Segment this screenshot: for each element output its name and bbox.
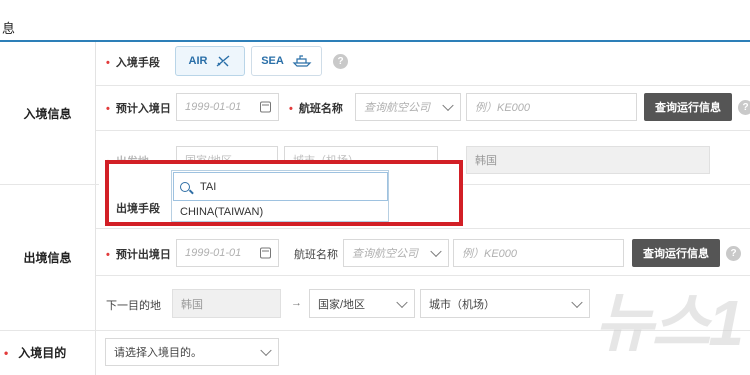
chevron-down-icon: [571, 296, 583, 308]
row-divider: [96, 130, 750, 131]
chevron-down-icon: [260, 344, 272, 357]
entry-mode-label: • 入境手段: [106, 54, 160, 70]
help-icon[interactable]: ?: [726, 246, 741, 261]
mode-sea-button[interactable]: SEA: [251, 46, 322, 76]
entry-airline-select[interactable]: 查询航空公司: [355, 93, 461, 121]
next-destination-display: 韩国: [172, 289, 281, 318]
required-mark: •: [106, 57, 110, 69]
entry-flight-input[interactable]: 例）KE000: [466, 93, 637, 121]
row-divider: [96, 85, 750, 86]
entry-date-label: • 预计入境日: [106, 100, 171, 116]
chevron-down-icon: [430, 245, 442, 258]
next-city-value: 城市（机场）: [429, 298, 495, 311]
exit-date-label: • 预计出境日: [106, 246, 171, 262]
mode-sea-label: SEA: [261, 55, 284, 67]
required-mark: •: [106, 249, 110, 261]
exit-date-label-text: 预计出境日: [115, 249, 171, 261]
form-page: 息 入境信息 出境信息 • 入境目的 • 入境手段 AIR SEA ? • 预计入境…: [0, 0, 750, 375]
entry-flight-placeholder: 例）KE000: [475, 102, 531, 114]
mode-air-button[interactable]: AIR: [175, 46, 245, 76]
header-divider: [0, 40, 750, 42]
exit-query-button[interactable]: 查询运行信息: [632, 239, 720, 267]
destination-display: 韩国: [466, 146, 710, 174]
calendar-icon[interactable]: [260, 101, 271, 113]
entry-mode-label-text: 入境手段: [115, 57, 160, 69]
chevron-down-icon: [396, 296, 408, 308]
mode-air-label: AIR: [188, 55, 208, 67]
entry-date-input[interactable]: 1999-01-01: [176, 93, 279, 121]
required-mark: •: [4, 345, 9, 360]
entry-purpose-placeholder: 请选择入境目的。: [114, 347, 202, 359]
entry-query-button[interactable]: 查询运行信息: [644, 93, 732, 121]
exit-flight-label: 航班名称: [294, 249, 338, 261]
exit-flight-input[interactable]: 例）KE000: [453, 239, 624, 267]
exit-airline-select[interactable]: 查询航空公司: [343, 239, 449, 267]
highlight-frame: [105, 160, 463, 226]
help-icon[interactable]: ?: [333, 54, 348, 69]
exit-airline-placeholder: 查询航空公司: [352, 248, 418, 260]
section-label-purpose-text: 入境目的: [18, 346, 67, 360]
next-country-value: 国家/地区: [318, 298, 366, 311]
next-country-select[interactable]: 国家/地区: [309, 289, 415, 318]
next-destination-value: 韩国: [181, 298, 203, 311]
section-header-title: 息: [2, 21, 16, 36]
exit-flight-placeholder: 例）KE000: [462, 248, 518, 260]
section-label-purpose: • 入境目的: [0, 330, 96, 375]
row-divider: [96, 228, 750, 229]
entry-flight-label-text: 航班名称: [298, 103, 343, 115]
entry-date-label-text: 预计入境日: [115, 103, 171, 115]
help-icon[interactable]: ?: [738, 100, 750, 115]
entry-purpose-select[interactable]: 请选择入境目的。: [105, 338, 279, 366]
exit-date-input[interactable]: 1999-01-01: [176, 239, 279, 267]
chevron-down-icon: [442, 99, 454, 112]
airplane-icon: [217, 55, 230, 67]
destination-value: 韩国: [475, 155, 497, 167]
exit-date-placeholder: 1999-01-01: [185, 247, 242, 259]
arrow-right-icon: →: [291, 297, 302, 309]
required-mark: •: [289, 103, 293, 115]
news1-watermark: 뉴스1: [594, 287, 744, 359]
ship-icon: [292, 55, 312, 67]
section-label-entry: 入境信息: [0, 42, 96, 184]
next-city-select[interactable]: 城市（机场）: [420, 289, 590, 318]
section-label-exit: 出境信息: [0, 184, 96, 330]
next-destination-label: 下一目的地: [106, 300, 161, 312]
calendar-icon[interactable]: [260, 247, 271, 259]
entry-date-placeholder: 1999-01-01: [185, 101, 242, 113]
required-mark: •: [106, 103, 110, 115]
entry-flight-label: • 航班名称: [289, 100, 343, 116]
entry-airline-placeholder: 查询航空公司: [364, 102, 430, 114]
